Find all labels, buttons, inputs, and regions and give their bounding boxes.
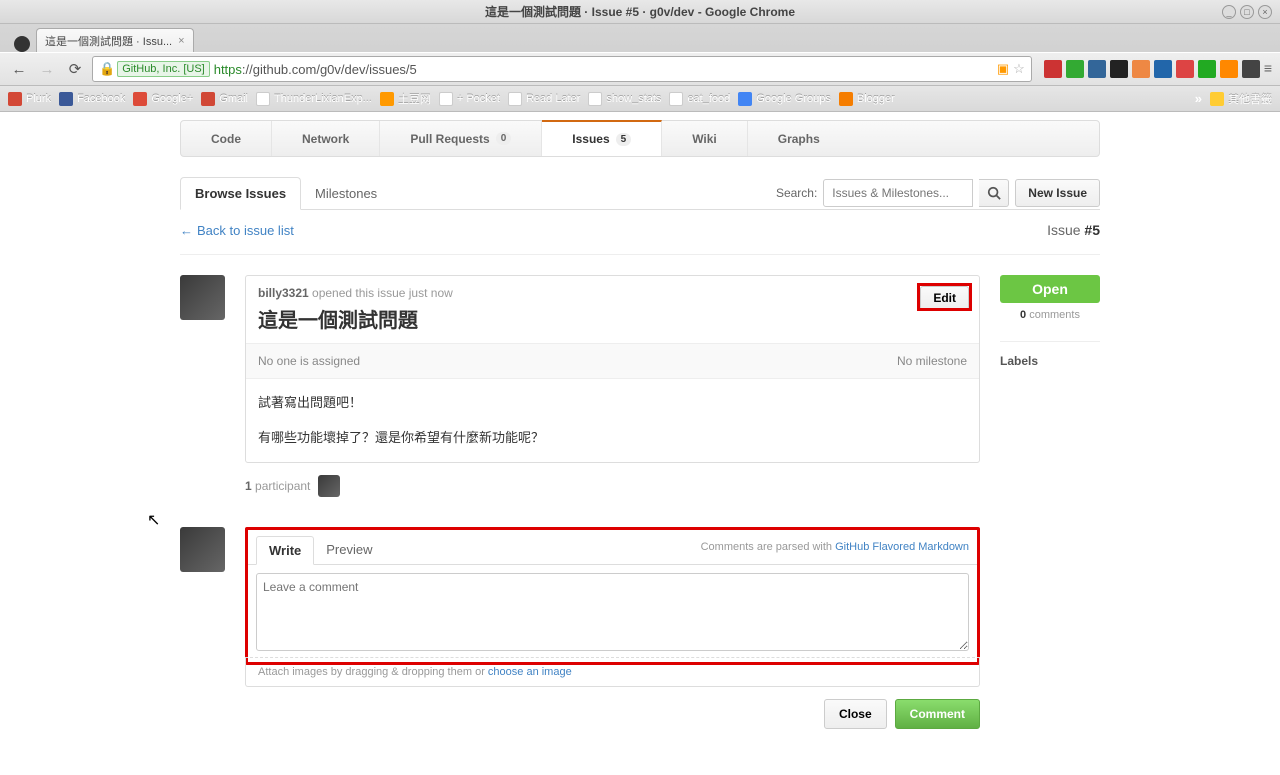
ext-icon[interactable] bbox=[1154, 60, 1172, 78]
close-issue-button[interactable]: Close bbox=[824, 699, 887, 729]
comment-form: Write Preview Comments are parsed with G… bbox=[248, 530, 977, 662]
markdown-link[interactable]: GitHub Flavored Markdown bbox=[835, 541, 969, 553]
window-minimize-button[interactable]: _ bbox=[1222, 5, 1236, 19]
issue-body: 試著寫出問題吧！ 有哪些功能壞掉了？還是你希望有什麼新功能呢？ bbox=[246, 379, 979, 462]
milestone-text[interactable]: No milestone bbox=[897, 354, 967, 368]
back-row: ← Back to issue list Issue #5 bbox=[180, 210, 1100, 255]
issue-box: billy3321 opened this issue just now 這是一… bbox=[245, 275, 980, 463]
bookmarks-overflow[interactable]: » bbox=[1195, 91, 1202, 106]
tab-pull-requests[interactable]: Pull Requests0 bbox=[380, 121, 542, 156]
window-close-button[interactable]: × bbox=[1258, 5, 1272, 19]
menu-icon[interactable]: ≡ bbox=[1264, 60, 1272, 78]
issue-title: 這是一個測試問題 bbox=[258, 304, 967, 333]
search-icon bbox=[987, 186, 1001, 200]
bookmark-item[interactable]: Read Later bbox=[508, 92, 580, 106]
browser-chrome: 這是一個測試問題 · Issu... × ← → ⟳ 🔒 GitHub, Inc… bbox=[0, 24, 1280, 112]
pulls-count: 0 bbox=[496, 132, 512, 145]
repo-nav: Code Network Pull Requests0 Issues5 Wiki… bbox=[180, 120, 1100, 157]
bookmark-star-icon[interactable]: ☆ bbox=[1013, 61, 1025, 77]
ext-icon[interactable] bbox=[1132, 60, 1150, 78]
tab-write[interactable]: Write bbox=[256, 536, 314, 565]
url-protocol: https bbox=[214, 62, 242, 77]
tab-issues[interactable]: Issues5 bbox=[542, 120, 662, 156]
comments-count: 0 comments bbox=[1000, 309, 1100, 321]
issues-count: 5 bbox=[616, 133, 632, 146]
other-bookmarks[interactable]: 其他書籤 bbox=[1210, 91, 1272, 107]
bookmark-item[interactable]: ThunderLixianExp... bbox=[256, 92, 372, 106]
window-maximize-button[interactable]: □ bbox=[1240, 5, 1254, 19]
bookmark-item[interactable]: eat_food bbox=[669, 92, 730, 106]
tab-close-icon[interactable]: × bbox=[178, 35, 184, 47]
search-label: Search: bbox=[776, 186, 817, 200]
issue-author[interactable]: billy3321 bbox=[258, 286, 309, 300]
rss-icon[interactable]: ▣ bbox=[997, 61, 1009, 77]
page-viewport[interactable]: Code Network Pull Requests0 Issues5 Wiki… bbox=[0, 112, 1280, 775]
tab-graphs[interactable]: Graphs bbox=[748, 121, 850, 156]
window-controls: _ □ × bbox=[1222, 5, 1272, 19]
tab-network[interactable]: Network bbox=[272, 121, 380, 156]
tab-bar: 這是一個測試問題 · Issu... × bbox=[0, 24, 1280, 52]
arrow-left-icon: ← bbox=[180, 223, 193, 238]
edit-issue-button[interactable]: Edit bbox=[920, 286, 969, 310]
url-text: ://github.com/g0v/dev/issues/5 bbox=[242, 62, 417, 77]
comment-button[interactable]: Comment bbox=[895, 699, 980, 729]
ext-icon[interactable] bbox=[1198, 60, 1216, 78]
bookmark-item[interactable]: Blogger bbox=[839, 92, 895, 106]
forward-button[interactable]: → bbox=[36, 58, 58, 80]
bookmark-item[interactable]: Gmail bbox=[201, 92, 248, 106]
extension-icons: ≡ bbox=[1044, 60, 1272, 78]
comment-form-highlight: Write Preview Comments are parsed with G… bbox=[245, 527, 980, 665]
ext-icon[interactable] bbox=[1044, 60, 1062, 78]
ext-icon[interactable] bbox=[1088, 60, 1106, 78]
tab-code[interactable]: Code bbox=[181, 121, 272, 156]
tab-browse-issues[interactable]: Browse Issues bbox=[180, 177, 301, 210]
url-bar[interactable]: 🔒 GitHub, Inc. [US] https ://github.com/… bbox=[92, 56, 1032, 82]
bookmark-item[interactable]: + Pocket bbox=[439, 92, 500, 106]
back-to-list-link[interactable]: ← Back to issue list bbox=[180, 223, 294, 238]
nav-bar: ← → ⟳ 🔒 GitHub, Inc. [US] https ://githu… bbox=[0, 52, 1280, 86]
ext-icon[interactable] bbox=[1066, 60, 1084, 78]
author-avatar[interactable] bbox=[180, 275, 225, 320]
choose-image-link[interactable]: choose an image bbox=[488, 666, 572, 678]
tab-wiki[interactable]: Wiki bbox=[662, 121, 748, 156]
ext-icon[interactable] bbox=[1176, 60, 1194, 78]
bookmarks-bar: Plurk Facebook Google+ Gmail ThunderLixi… bbox=[0, 86, 1280, 112]
bookmark-item[interactable]: Google+ bbox=[133, 92, 193, 106]
labels-header[interactable]: Labels bbox=[1000, 341, 1100, 368]
window-title: 這是一個測試問題 · Issue #5 · g0v/dev - Google C… bbox=[485, 3, 795, 20]
browser-tab[interactable]: 這是一個測試問題 · Issu... × bbox=[36, 28, 194, 52]
assignee-text[interactable]: No one is assigned bbox=[258, 354, 360, 368]
tab-preview[interactable]: Preview bbox=[314, 536, 384, 563]
issue-number: Issue #5 bbox=[1047, 222, 1100, 238]
lock-icon: 🔒 bbox=[99, 61, 115, 77]
issue-toolbar: Browse Issues Milestones Search: New Iss… bbox=[180, 177, 1100, 210]
back-button[interactable]: ← bbox=[8, 58, 30, 80]
state-badge: Open bbox=[1000, 275, 1100, 303]
bookmark-item[interactable]: Plurk bbox=[8, 92, 51, 106]
site-identity: GitHub, Inc. [US] bbox=[117, 61, 210, 77]
reload-button[interactable]: ⟳ bbox=[64, 58, 86, 80]
ext-icon[interactable] bbox=[1220, 60, 1238, 78]
comment-textarea[interactable] bbox=[256, 573, 969, 651]
ext-icon[interactable] bbox=[1242, 60, 1260, 78]
commenter-avatar[interactable] bbox=[180, 527, 225, 572]
search-button[interactable] bbox=[979, 179, 1009, 207]
bookmark-item[interactable]: Google Groups bbox=[738, 92, 831, 106]
tab-milestones[interactable]: Milestones bbox=[301, 178, 391, 209]
new-issue-button[interactable]: New Issue bbox=[1015, 179, 1100, 207]
window-titlebar: 這是一個測試問題 · Issue #5 · g0v/dev - Google C… bbox=[0, 0, 1280, 24]
github-icon bbox=[14, 36, 30, 52]
participant-avatar[interactable] bbox=[318, 475, 340, 497]
bookmark-item[interactable]: Facebook bbox=[59, 92, 125, 106]
tab-title: 這是一個測試問題 · Issu... bbox=[45, 33, 172, 49]
ext-icon[interactable] bbox=[1110, 60, 1128, 78]
search-input[interactable] bbox=[823, 179, 973, 207]
issue-meta: billy3321 opened this issue just now bbox=[258, 286, 967, 300]
markdown-hint: Comments are parsed with GitHub Flavored… bbox=[701, 541, 969, 559]
bookmark-item[interactable]: 土豆网 bbox=[380, 91, 431, 107]
participants: 1 participant bbox=[245, 475, 1100, 497]
bookmark-item[interactable]: show_stats bbox=[588, 92, 661, 106]
